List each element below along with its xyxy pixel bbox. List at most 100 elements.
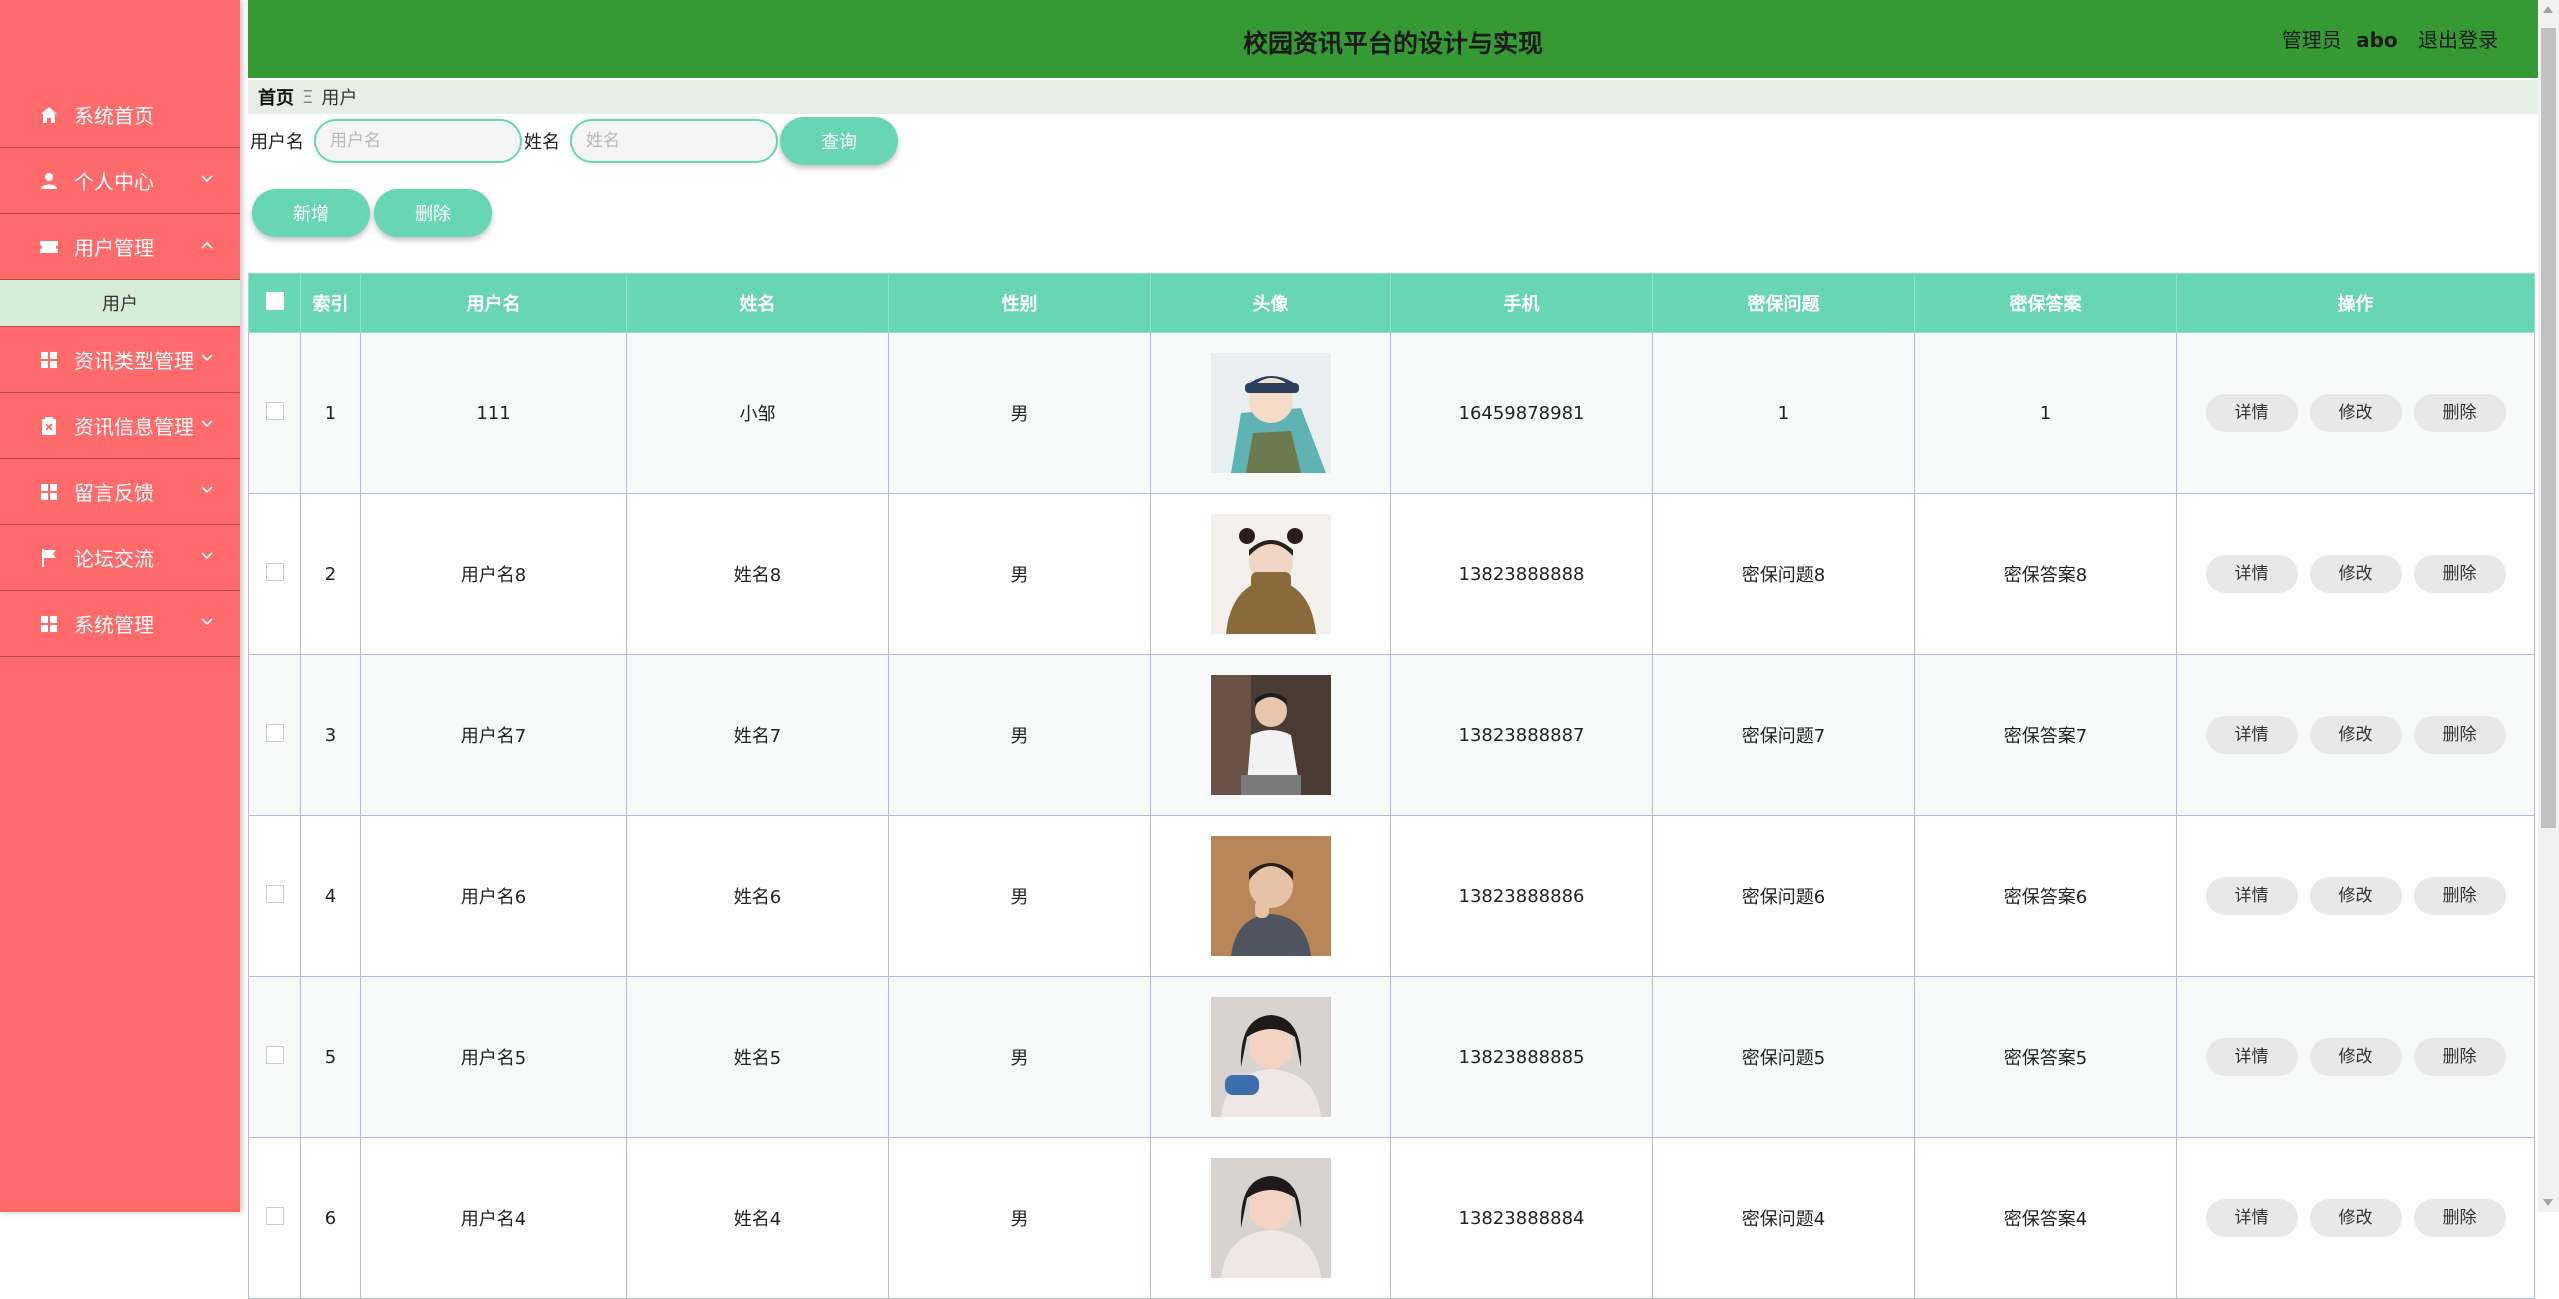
delete-button[interactable]: 删除 xyxy=(2413,716,2506,754)
sidebar-item-forum[interactable]: 论坛交流 xyxy=(0,525,240,591)
grid-icon xyxy=(38,349,60,371)
vertical-scrollbar[interactable] xyxy=(2538,0,2559,1212)
name-search-input[interactable] xyxy=(570,119,778,163)
breadcrumb-separator: Ξ xyxy=(302,86,314,108)
edit-button[interactable]: 修改 xyxy=(2309,877,2402,915)
scroll-up-arrow-icon[interactable] xyxy=(2543,6,2553,13)
detail-button[interactable]: 详情 xyxy=(2205,716,2298,754)
detail-button[interactable]: 详情 xyxy=(2205,877,2298,915)
cell-username: 用户名5 xyxy=(360,976,627,1138)
sidebar-subitem-user[interactable]: 用户 xyxy=(0,280,240,327)
edit-button[interactable]: 修改 xyxy=(2309,716,2402,754)
add-button[interactable]: 新增 xyxy=(252,189,370,237)
cell-username: 用户名4 xyxy=(360,1137,627,1299)
table-row: 3 用户名7 姓名7 男 13823888887 密保问题7 密保答案7 详情 … xyxy=(248,654,2535,816)
table-header-row: 索引 用户名 姓名 性别 头像 手机 密保问题 密保答案 操作 xyxy=(248,273,2535,333)
chevron-down-icon xyxy=(201,486,213,494)
app-title: 校园资讯平台的设计与实现 xyxy=(1242,29,1543,58)
grid-icon xyxy=(38,613,60,635)
cell-phone: 13823888887 xyxy=(1390,654,1653,816)
row-checkbox[interactable] xyxy=(265,723,284,742)
breadcrumb-current: 用户 xyxy=(321,88,358,109)
chevron-down-icon xyxy=(201,552,213,560)
row-checkbox[interactable] xyxy=(265,884,284,903)
cell-avatar xyxy=(1150,815,1391,977)
detail-button[interactable]: 详情 xyxy=(2205,1199,2298,1237)
cell-gender: 男 xyxy=(888,654,1151,816)
row-checkbox[interactable] xyxy=(265,401,284,420)
cell-phone: 13823888885 xyxy=(1390,976,1653,1138)
select-all-cell[interactable] xyxy=(248,273,301,333)
chevron-down-icon xyxy=(201,618,213,626)
cell-gender: 男 xyxy=(888,332,1151,494)
sidebar: 系统首页 个人中心 用户管理 用户 资讯类型管理 资讯信息管理 留言反馈 论坛交… xyxy=(0,0,240,1212)
table-row: 4 用户名6 姓名6 男 13823888886 密保问题6 密保答案6 详情 … xyxy=(248,815,2535,977)
cell-index: 5 xyxy=(300,976,361,1138)
table-row: 5 用户名5 姓名5 男 13823888885 密保问题5 密保答案5 详情 … xyxy=(248,976,2535,1138)
edit-button[interactable]: 修改 xyxy=(2309,555,2402,593)
detail-button[interactable]: 详情 xyxy=(2205,1038,2298,1076)
cell-phone: 13823888884 xyxy=(1390,1137,1653,1299)
breadcrumb-home[interactable]: 首页 xyxy=(258,84,294,110)
cell-name: 小邹 xyxy=(626,332,889,494)
cell-avatar xyxy=(1150,493,1391,655)
query-button[interactable]: 查询 xyxy=(780,117,898,165)
breadcrumb: 首页 Ξ 用户 xyxy=(248,80,2538,114)
sidebar-item-user-management[interactable]: 用户管理 xyxy=(0,214,240,280)
cell-answer: 密保答案5 xyxy=(1914,976,2177,1138)
row-checkbox[interactable] xyxy=(265,1045,284,1064)
user-info: 管理员 abo 退出登录 xyxy=(2274,24,2498,53)
edit-button[interactable]: 修改 xyxy=(2309,1038,2402,1076)
cell-name: 姓名6 xyxy=(626,815,889,977)
delete-button[interactable]: 删除 xyxy=(2413,394,2506,432)
avatar-image xyxy=(1210,514,1331,634)
detail-button[interactable]: 详情 xyxy=(2205,394,2298,432)
scrollbar-thumb[interactable] xyxy=(2541,28,2556,828)
table-row: 2 用户名8 姓名8 男 13823888888 密保问题8 密保答案8 详情 … xyxy=(248,493,2535,655)
cell-phone: 13823888886 xyxy=(1390,815,1653,977)
row-checkbox[interactable] xyxy=(265,1206,284,1225)
edit-button[interactable]: 修改 xyxy=(2309,1199,2402,1237)
column-header: 操作 xyxy=(2176,273,2535,333)
toolbar: 新增 删除 xyxy=(252,189,492,237)
select-all-checkbox[interactable] xyxy=(265,291,284,310)
delete-button[interactable]: 删除 xyxy=(2413,877,2506,915)
detail-button[interactable]: 详情 xyxy=(2205,555,2298,593)
username-label: 用户名 xyxy=(250,132,304,153)
cell-gender: 男 xyxy=(888,493,1151,655)
home-icon xyxy=(38,104,60,126)
column-header: 索引 xyxy=(300,273,361,333)
sidebar-item-label: 系统首页 xyxy=(74,104,154,128)
cell-gender: 男 xyxy=(888,1137,1151,1299)
avatar-image xyxy=(1210,997,1331,1117)
cell-avatar xyxy=(1150,654,1391,816)
top-header: 校园资讯平台的设计与实现 管理员 abo 退出登录 xyxy=(248,0,2538,78)
batch-delete-button[interactable]: 删除 xyxy=(374,189,492,237)
delete-button[interactable]: 删除 xyxy=(2413,555,2506,593)
username-search-input[interactable] xyxy=(314,119,522,163)
cell-actions: 详情 修改 删除 xyxy=(2176,815,2535,977)
table-row: 6 用户名4 姓名4 男 13823888884 密保问题4 密保答案4 详情修… xyxy=(248,1137,2535,1299)
edit-button[interactable]: 修改 xyxy=(2309,394,2402,432)
row-checkbox[interactable] xyxy=(265,562,284,581)
sidebar-item-personal-center[interactable]: 个人中心 xyxy=(0,148,240,214)
cell-question: 密保问题6 xyxy=(1652,815,1915,977)
sidebar-item-news-type-management[interactable]: 资讯类型管理 xyxy=(0,327,240,393)
sidebar-item-feedback[interactable]: 留言反馈 xyxy=(0,459,240,525)
search-form: 用户名 姓名 查询 xyxy=(250,116,898,166)
cell-answer: 1 xyxy=(1914,332,2177,494)
sidebar-item-label: 资讯信息管理 xyxy=(74,415,194,439)
delete-button[interactable]: 删除 xyxy=(2413,1199,2506,1237)
cell-index: 3 xyxy=(300,654,361,816)
sidebar-item-system-management[interactable]: 系统管理 xyxy=(0,591,240,657)
flag-icon xyxy=(38,547,60,569)
column-header: 密保问题 xyxy=(1652,273,1915,333)
chevron-down-icon xyxy=(201,420,213,428)
logout-link[interactable]: 退出登录 xyxy=(2418,28,2498,52)
cell-name: 姓名5 xyxy=(626,976,889,1138)
delete-button[interactable]: 删除 xyxy=(2413,1038,2506,1076)
sidebar-item-news-info-management[interactable]: 资讯信息管理 xyxy=(0,393,240,459)
avatar-image xyxy=(1210,836,1331,956)
sidebar-item-home[interactable]: 系统首页 xyxy=(0,82,240,148)
scroll-down-arrow-icon[interactable] xyxy=(2543,1199,2553,1206)
